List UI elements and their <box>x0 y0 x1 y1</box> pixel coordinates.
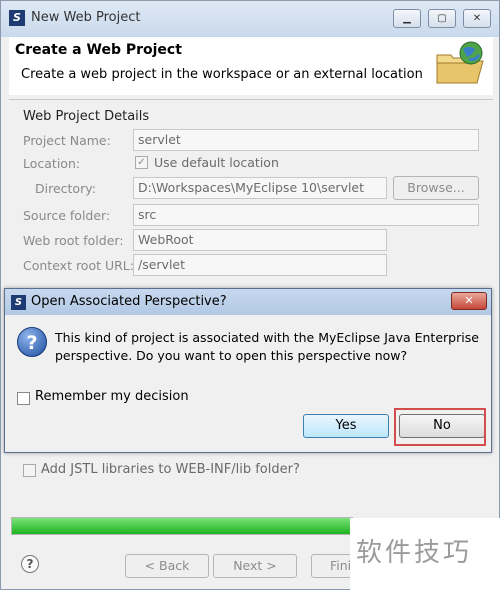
window-title: New Web Project <box>31 10 141 25</box>
back-button[interactable]: < Back <box>125 554 209 578</box>
watermark-text: 软件技巧 <box>356 538 473 568</box>
myeclipse-app-icon: S <box>11 295 26 310</box>
location-label: Location: <box>23 156 81 171</box>
minimize-button[interactable]: ▁ <box>393 9 421 28</box>
yes-button[interactable]: Yes <box>303 414 389 438</box>
source-folder-label: Source folder: <box>23 208 111 223</box>
use-default-label: Use default location <box>154 155 279 170</box>
jstl-label: Add JSTL libraries to WEB-INF/lib folder… <box>41 462 300 477</box>
no-button-highlight <box>394 408 486 446</box>
wizard-description: Create a web project in the workspace or… <box>21 67 423 82</box>
project-name-label: Project Name: <box>23 133 111 148</box>
dialog-titlebar: S Open Associated Perspective? ✕ <box>5 289 491 315</box>
question-icon: ? <box>17 327 47 357</box>
folder-globe-icon <box>436 41 484 84</box>
directory-field[interactable]: D:\Workspaces\MyEclipse 10\servlet <box>133 177 387 199</box>
dialog-title: Open Associated Perspective? <box>31 294 227 309</box>
wizard-title: Create a Web Project <box>15 42 182 58</box>
remember-decision-checkbox[interactable] <box>17 392 30 405</box>
jstl-checkbox[interactable] <box>23 464 36 477</box>
next-button[interactable]: Next > <box>213 554 297 578</box>
web-root-field[interactable]: WebRoot <box>133 229 387 251</box>
dialog-message-line2: perspective. Do you want to open this pe… <box>55 348 408 363</box>
myeclipse-app-icon: S <box>9 10 25 26</box>
dialog-message-line1: This kind of project is associated with … <box>55 330 479 345</box>
progress-fill <box>12 518 352 534</box>
help-icon[interactable]: ? <box>21 555 39 573</box>
dialog-close-button[interactable]: ✕ <box>451 292 487 310</box>
browse-button[interactable]: Browse... <box>393 176 479 200</box>
close-button[interactable]: ✕ <box>463 9 491 28</box>
group-title: Web Project Details <box>23 109 150 124</box>
web-root-label: Web root folder: <box>23 233 124 248</box>
source-folder-field[interactable]: src <box>133 204 479 226</box>
progress-bar <box>11 517 353 535</box>
remember-decision-label: Remember my decision <box>35 389 189 404</box>
use-default-checkbox[interactable]: ✓ <box>135 156 148 169</box>
window-titlebar: S New Web Project ▁ ▢ ✕ <box>1 1 499 37</box>
context-root-label: Context root URL: <box>23 258 134 273</box>
wizard-header: Create a Web Project Create a web projec… <box>9 37 493 95</box>
maximize-button[interactable]: ▢ <box>428 9 456 28</box>
dialog-message: This kind of project is associated with … <box>55 329 485 365</box>
context-root-field[interactable]: /servlet <box>133 254 387 276</box>
directory-label: Directory: <box>35 181 96 196</box>
project-name-field[interactable]: servlet <box>133 129 479 151</box>
